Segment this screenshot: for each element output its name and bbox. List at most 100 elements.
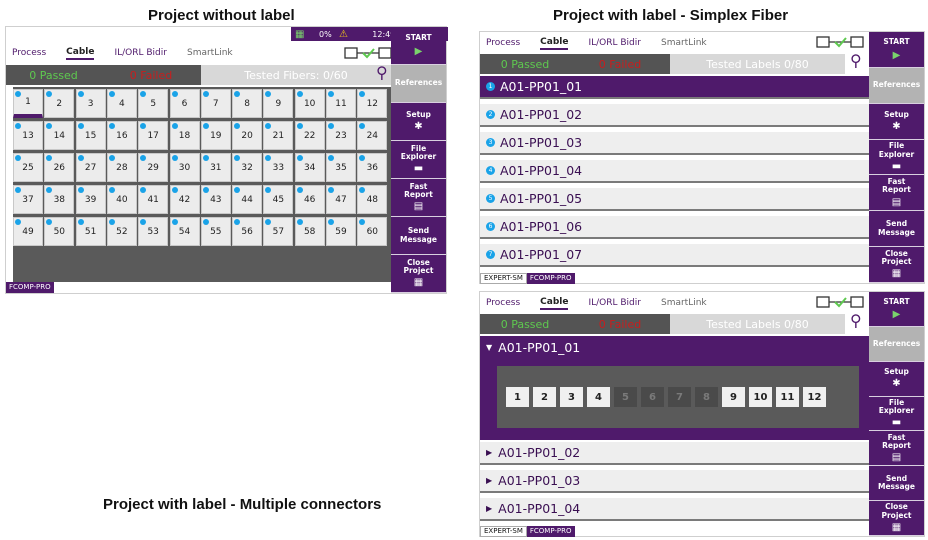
search-icon[interactable]: ⚲ (376, 63, 388, 82)
fiber-cell[interactable]: 42 (169, 185, 200, 214)
connector-cell[interactable]: 2 (533, 387, 556, 407)
fiber-cell[interactable]: 26 (44, 153, 75, 182)
tab-cable[interactable]: Cable (540, 37, 569, 50)
fiber-cell[interactable]: 43 (200, 185, 231, 214)
tab-cable[interactable]: Cable (540, 297, 569, 310)
tab-ilorl[interactable]: IL/ORL Bidir (588, 298, 641, 308)
connector-cell[interactable]: 12 (803, 387, 826, 407)
tab-smartlink[interactable]: SmartLink (661, 298, 707, 308)
fiber-cell[interactable]: 39 (75, 185, 106, 214)
connector-cell[interactable]: 11 (776, 387, 799, 407)
fast-report-button[interactable]: Fast Report ▤ (869, 175, 924, 212)
list-item[interactable]: 4 A01-PP01_04 (480, 160, 869, 183)
fiber-cell[interactable]: 32 (232, 153, 263, 182)
fiber-cell[interactable]: 9 (263, 89, 294, 118)
fast-report-button[interactable]: Fast Report ▤ (391, 179, 446, 217)
tab-process[interactable]: Process (12, 48, 46, 58)
fiber-cell[interactable]: 1 (13, 89, 43, 118)
file-explorer-button[interactable]: File Explorer ▬ (869, 140, 924, 176)
fiber-cell[interactable]: 25 (13, 153, 43, 182)
tab-smartlink[interactable]: SmartLink (187, 48, 233, 58)
connector-cell[interactable]: 9 (722, 387, 745, 407)
connector-cell[interactable]: 6 (641, 387, 664, 407)
fiber-cell[interactable]: 41 (138, 185, 169, 214)
file-explorer-button[interactable]: File Explorer ▬ (391, 141, 446, 179)
fiber-cell[interactable]: 56 (232, 217, 263, 246)
fiber-cell[interactable]: 6 (169, 89, 200, 118)
fiber-cell[interactable]: 53 (138, 217, 169, 246)
fiber-cell[interactable]: 35 (326, 153, 356, 182)
fiber-cell[interactable]: 14 (44, 121, 75, 150)
list-item[interactable]: 1 A01-PP01_01 (480, 76, 869, 99)
fiber-cell[interactable]: 36 (357, 153, 388, 182)
fiber-cell[interactable]: 37 (13, 185, 43, 214)
tab-ilorl[interactable]: IL/ORL Bidir (588, 38, 641, 48)
expanded-label[interactable]: ▼ A01-PP01_01 1 2 3 4 5 6 7 8 9 10 11 12 (480, 336, 869, 440)
search-icon[interactable]: ⚲ (850, 51, 862, 70)
expanded-label-header[interactable]: ▼ A01-PP01_01 (486, 340, 580, 355)
fiber-cell[interactable]: 60 (357, 217, 388, 246)
setup-button[interactable]: Setup ✱ (869, 362, 924, 397)
connector-cell[interactable]: 8 (695, 387, 718, 407)
list-item[interactable]: 5 A01-PP01_05 (480, 188, 869, 211)
list-item[interactable]: ▶ A01-PP01_04 (480, 498, 869, 521)
tab-process[interactable]: Process (486, 38, 520, 48)
file-explorer-button[interactable]: File Explorer ▬ (869, 397, 924, 432)
fiber-cell[interactable]: 8 (232, 89, 263, 118)
close-project-button[interactable]: Close Project ▦ (391, 255, 446, 293)
fiber-cell[interactable]: 22 (294, 121, 325, 150)
fiber-cell[interactable]: 18 (169, 121, 200, 150)
close-project-button[interactable]: Close Project ▦ (869, 247, 924, 284)
fiber-cell[interactable]: 20 (232, 121, 263, 150)
fiber-cell[interactable]: 27 (75, 153, 106, 182)
fiber-cell[interactable]: 7 (200, 89, 231, 118)
connector-cell[interactable]: 3 (560, 387, 583, 407)
list-item[interactable]: 7 A01-PP01_07 (480, 244, 869, 267)
fiber-cell[interactable]: 45 (263, 185, 294, 214)
fiber-cell[interactable]: 40 (106, 185, 137, 214)
connector-cell[interactable]: 1 (506, 387, 529, 407)
fiber-cell[interactable]: 10 (294, 89, 325, 118)
send-message-button[interactable]: Send Message (869, 466, 924, 502)
fiber-cell[interactable]: 23 (326, 121, 356, 150)
tab-process[interactable]: Process (486, 298, 520, 308)
fiber-cell[interactable]: 34 (294, 153, 325, 182)
list-item[interactable]: ▶ A01-PP01_02 (480, 442, 869, 465)
start-button[interactable]: START ▶ (391, 27, 446, 65)
fiber-cell[interactable]: 11 (326, 89, 356, 118)
fiber-cell[interactable]: 33 (263, 153, 294, 182)
list-item[interactable]: 6 A01-PP01_06 (480, 216, 869, 239)
connector-cell[interactable]: 10 (749, 387, 772, 407)
fiber-cell[interactable]: 29 (138, 153, 169, 182)
fiber-cell[interactable]: 13 (13, 121, 43, 150)
fiber-cell[interactable]: 54 (169, 217, 200, 246)
fiber-cell[interactable]: 12 (357, 89, 388, 118)
fiber-cell[interactable]: 19 (200, 121, 231, 150)
start-button[interactable]: START ▶ (869, 292, 924, 327)
fiber-cell[interactable]: 49 (13, 217, 43, 246)
fiber-cell[interactable]: 38 (44, 185, 75, 214)
connector-cell[interactable]: 4 (587, 387, 610, 407)
fiber-cell[interactable]: 44 (232, 185, 263, 214)
fiber-cell[interactable]: 51 (75, 217, 106, 246)
fiber-cell[interactable]: 16 (106, 121, 137, 150)
fiber-cell[interactable]: 21 (263, 121, 294, 150)
connector-cell[interactable]: 7 (668, 387, 691, 407)
list-item[interactable]: 2 A01-PP01_02 (480, 104, 869, 127)
references-button[interactable]: References (391, 65, 446, 103)
connector-cell[interactable]: 5 (614, 387, 637, 407)
fiber-cell[interactable]: 4 (106, 89, 137, 118)
list-item[interactable]: ▶ A01-PP01_03 (480, 470, 869, 493)
fiber-cell[interactable]: 5 (138, 89, 169, 118)
fiber-cell[interactable]: 55 (200, 217, 231, 246)
fiber-cell[interactable]: 31 (200, 153, 231, 182)
fiber-cell[interactable]: 58 (294, 217, 325, 246)
fiber-cell[interactable]: 3 (75, 89, 106, 118)
fiber-cell[interactable]: 15 (75, 121, 106, 150)
fiber-cell[interactable]: 50 (44, 217, 75, 246)
fiber-cell[interactable]: 17 (138, 121, 169, 150)
fiber-cell[interactable]: 52 (106, 217, 137, 246)
close-project-button[interactable]: Close Project ▦ (869, 501, 924, 537)
list-item[interactable]: 3 A01-PP01_03 (480, 132, 869, 155)
fiber-cell[interactable]: 24 (357, 121, 388, 150)
